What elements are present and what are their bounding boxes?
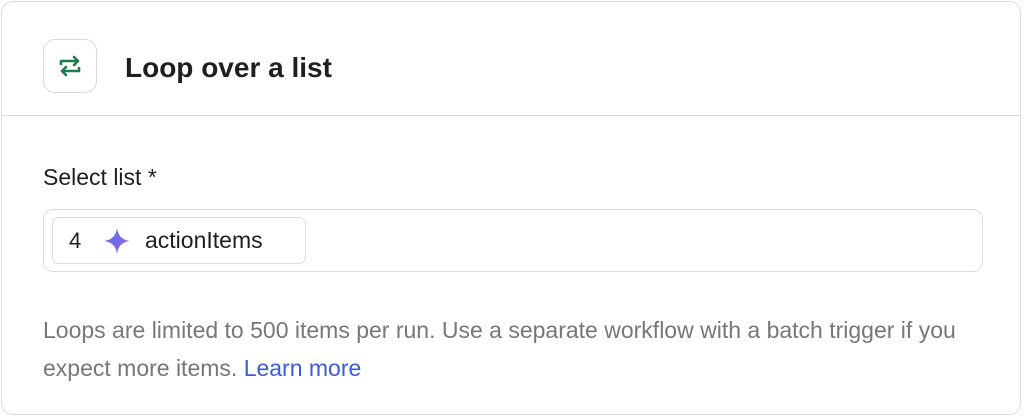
select-list-field[interactable]: 4 actionItems [43, 209, 983, 272]
card-title: Loop over a list [125, 52, 332, 83]
help-text-body: Loops are limited to 500 items per run. … [43, 317, 956, 381]
help-text: Loops are limited to 500 items per run. … [43, 311, 963, 387]
chip-value: actionItems [145, 227, 263, 253]
chip-step-number: 4 [69, 227, 82, 253]
list-variable-chip[interactable]: 4 actionItems [52, 217, 306, 264]
loop-arrows-icon [43, 39, 97, 93]
loop-card: Loop over a list Select list * 4 actionI… [1, 1, 1021, 415]
select-list-label: Select list * [43, 164, 157, 190]
card-header: Loop over a list [2, 2, 1020, 116]
sparkle-icon [103, 227, 131, 255]
learn-more-link[interactable]: Learn more [244, 355, 362, 381]
